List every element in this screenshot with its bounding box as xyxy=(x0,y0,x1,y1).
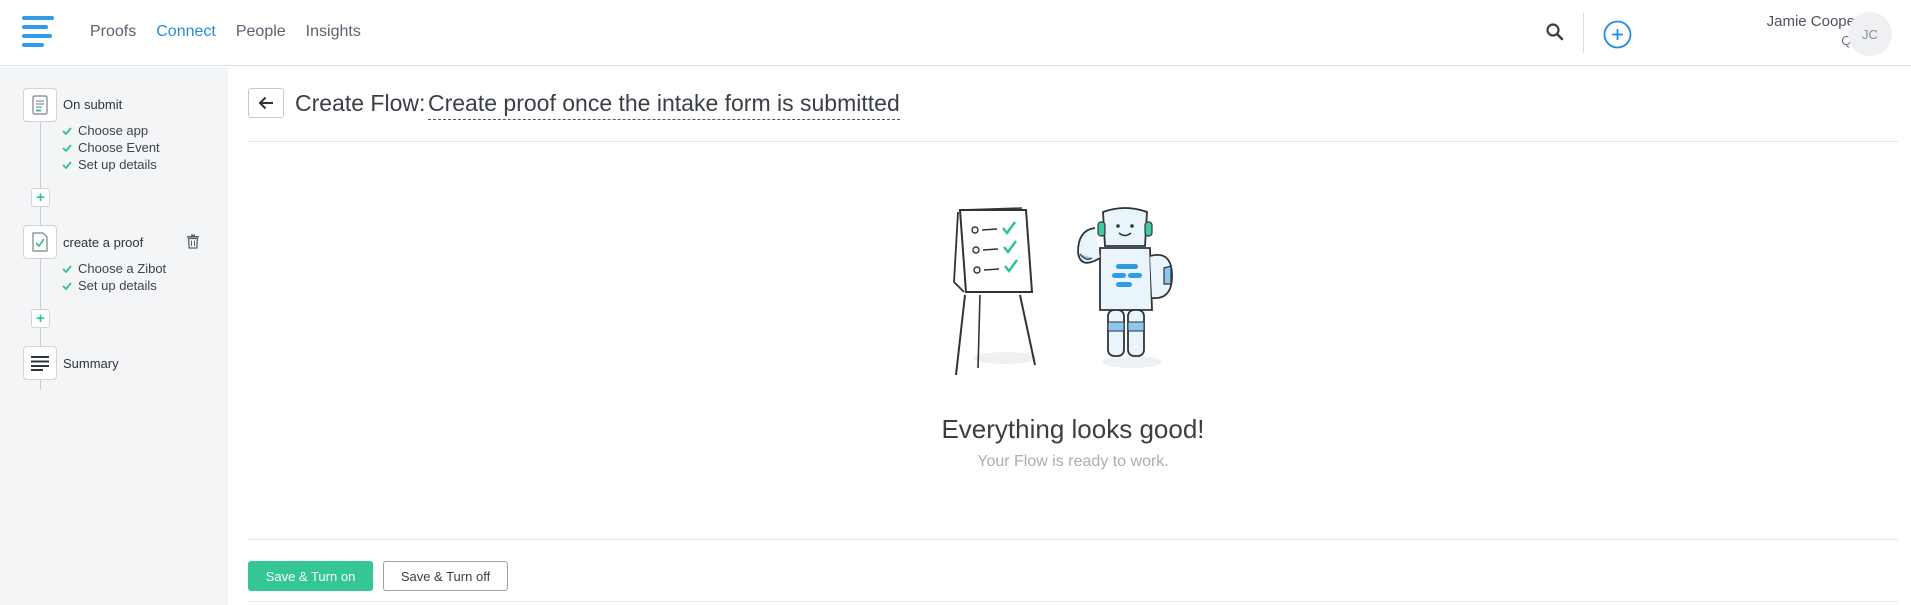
arrow-left-icon xyxy=(258,96,273,110)
substep-label: Choose app xyxy=(78,123,149,138)
substep-label: Set up details xyxy=(78,157,157,172)
menu-logo-icon[interactable] xyxy=(22,16,54,47)
step-summary-icon[interactable] xyxy=(23,346,57,380)
header-divider xyxy=(1583,13,1584,53)
step-create-proof-icon[interactable] xyxy=(23,225,57,259)
step-summary-title[interactable]: Summary xyxy=(63,356,119,371)
substep-label: Choose a Zibot xyxy=(78,261,167,276)
plus-circle-icon[interactable] xyxy=(1603,20,1632,49)
user-name: Jamie Cooper xyxy=(1766,13,1860,30)
substep-choose-app[interactable]: Choose app xyxy=(62,123,148,138)
divider xyxy=(248,601,1898,602)
form-document-icon xyxy=(32,95,48,115)
nav-connect[interactable]: Connect xyxy=(156,23,216,41)
step-on-submit-title[interactable]: On submit xyxy=(63,97,122,112)
main-nav: Proofs Connect People Insights xyxy=(90,23,381,41)
avatar[interactable]: JC xyxy=(1848,12,1892,56)
back-button[interactable] xyxy=(248,88,284,118)
add-step-button[interactable]: + xyxy=(31,188,50,207)
divider xyxy=(248,141,1898,142)
nav-insights[interactable]: Insights xyxy=(306,23,361,41)
check-icon xyxy=(62,264,72,273)
flow-steps-sidebar: On submit Choose app Choose Event Set up… xyxy=(0,67,228,605)
substep-label: Set up details xyxy=(78,278,157,293)
flow-ready-illustration xyxy=(953,207,1173,376)
page-title: Create Flow: xyxy=(295,90,426,116)
search-icon[interactable] xyxy=(1545,22,1565,42)
add-step-button[interactable]: + xyxy=(31,309,50,328)
user-role: QA xyxy=(1700,33,1860,48)
check-icon xyxy=(62,281,72,290)
check-icon xyxy=(62,143,72,152)
summary-lines-icon xyxy=(31,356,49,371)
step-on-submit-icon[interactable] xyxy=(23,88,57,122)
proof-document-icon xyxy=(32,232,48,252)
step-create-proof-title[interactable]: create a proof xyxy=(63,235,143,250)
trash-icon[interactable] xyxy=(186,234,200,249)
top-bar: Proofs Connect People Insights Jamie Coo… xyxy=(0,0,1911,66)
divider xyxy=(248,539,1898,540)
check-icon xyxy=(62,126,72,135)
substep-set-up-details[interactable]: Set up details xyxy=(62,278,157,293)
success-subtitle: Your Flow is ready to work. xyxy=(977,453,1169,470)
nav-proofs[interactable]: Proofs xyxy=(90,23,136,41)
success-title: Everything looks good! xyxy=(941,414,1205,444)
substep-choose-event[interactable]: Choose Event xyxy=(62,140,160,155)
substep-label: Choose Event xyxy=(78,140,160,155)
nav-people[interactable]: People xyxy=(236,23,286,41)
substep-choose-a-zibot[interactable]: Choose a Zibot xyxy=(62,261,166,276)
flow-name-input[interactable]: Create proof once the intake form is sub… xyxy=(428,90,900,120)
check-icon xyxy=(62,160,72,169)
save-and-turn-off-button[interactable]: Save & Turn off xyxy=(383,561,508,591)
substep-set-up-details[interactable]: Set up details xyxy=(62,157,157,172)
user-menu[interactable]: Jamie Cooper QA xyxy=(1700,13,1860,48)
save-and-turn-on-button[interactable]: Save & Turn on xyxy=(248,561,373,591)
